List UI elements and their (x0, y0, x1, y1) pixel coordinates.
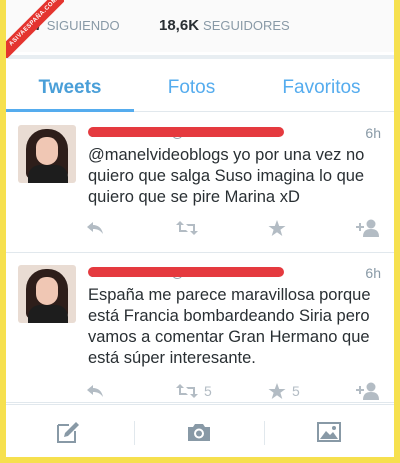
camera-icon (188, 424, 210, 441)
follow-button[interactable] (356, 217, 380, 239)
toolbar-divider (134, 421, 135, 445)
tab-favoritos[interactable]: Favoritos (249, 60, 394, 112)
toolbar-divider (264, 421, 265, 445)
retweet-button[interactable]: 5 (176, 380, 212, 402)
reply-arrow-icon (87, 385, 103, 397)
reply-button[interactable] (86, 217, 104, 239)
add-user-icon (356, 382, 379, 400)
tab-fotos[interactable]: Fotos (134, 60, 249, 112)
tweet-time[interactable]: 6h (365, 265, 381, 281)
tweet-text: España me parece maravillosa porque está… (88, 286, 371, 367)
stats-divider (6, 55, 394, 59)
tweet-time[interactable]: 6h (365, 125, 381, 141)
tweet-actions: 5 5 (6, 380, 394, 404)
profile-screen: ASIVAESPAÑA.COM 97SIGUIENDO 18,6KSEGUIDO… (6, 0, 394, 457)
avatar[interactable] (18, 265, 76, 323)
add-user-icon (356, 219, 379, 237)
redaction-mark (88, 127, 284, 137)
compose-icon (57, 422, 79, 443)
retweet-button[interactable] (176, 217, 204, 239)
tab-tweets[interactable]: Tweets (6, 60, 134, 112)
watermark-corner: ASIVAESPAÑA.COM (6, 0, 64, 58)
compose-button[interactable] (55, 419, 81, 445)
retweet-count: 5 (204, 383, 212, 399)
favorite-count: 5 (292, 383, 300, 399)
profile-tabs: Tweets Fotos Favoritos (6, 60, 394, 112)
favorite-button[interactable] (268, 217, 292, 239)
star-icon (268, 382, 286, 399)
retweet-icon (176, 221, 198, 235)
profile-stats: 97SIGUIENDO 18,6KSEGUIDORES (6, 0, 394, 52)
camera-button[interactable] (186, 419, 212, 445)
favorite-button[interactable]: 5 (268, 380, 300, 402)
watermark-text: ASIVAESPAÑA.COM (6, 0, 64, 58)
follow-button[interactable] (356, 380, 380, 402)
followers-label: SEGUIDORES (203, 18, 290, 33)
tweet-text: @manelvideoblogs yo por una vez no quier… (88, 146, 365, 206)
followers-stat[interactable]: 18,6K SEGUIDORES (159, 17, 290, 34)
avatar[interactable] (18, 125, 76, 183)
star-icon (268, 219, 286, 236)
followers-count: 18,6K (159, 17, 200, 34)
image-button[interactable] (316, 419, 342, 445)
redaction-mark (88, 267, 284, 277)
bottom-toolbar (6, 404, 394, 457)
reply-arrow-icon (87, 222, 103, 234)
tweet-actions (6, 217, 394, 241)
reply-button[interactable] (86, 380, 104, 402)
image-icon (317, 422, 341, 442)
active-tab-indicator (6, 109, 134, 112)
tweet-item[interactable]: Olivia Welch@… 6h @manelvideoblogs yo po… (6, 113, 394, 253)
tweet-item[interactable]: Olivia Welch@… 6h España me parece marav… (6, 253, 394, 403)
retweet-icon (176, 384, 198, 398)
